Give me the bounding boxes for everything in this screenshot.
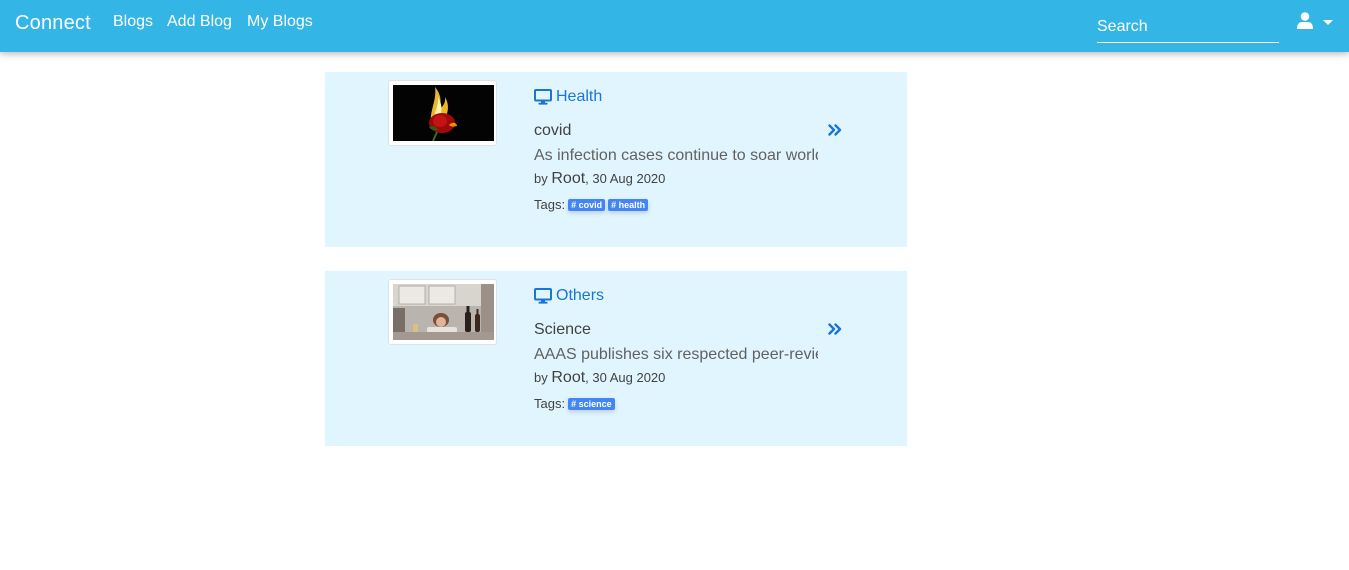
blog-category-label: Others: [556, 287, 605, 304]
blog-excerpt: AAAS publishes six respected peer-review…: [534, 346, 818, 363]
top-navbar: Connect Blogs Add Blog My Blogs: [0, 0, 1349, 52]
search-container: [1097, 8, 1279, 43]
tags-label: Tags:: [534, 396, 566, 411]
nav-link-add-blog[interactable]: Add Blog: [167, 13, 232, 31]
read-more-button[interactable]: [828, 123, 842, 141]
blog-category-link[interactable]: Others: [534, 287, 604, 305]
tag-badge[interactable]: # covid: [568, 198, 606, 211]
brand-link[interactable]: Connect: [15, 12, 91, 35]
blog-card: Health covid As infection cases continue…: [325, 72, 907, 247]
search-input[interactable]: [1097, 8, 1279, 42]
double-chevron-right-icon: [828, 124, 842, 136]
blog-thumbnail[interactable]: [388, 80, 497, 146]
blog-category-label: Health: [556, 88, 603, 105]
blog-title: covid: [534, 122, 572, 139]
double-chevron-right-icon: [828, 323, 842, 335]
nav-link-blogs[interactable]: Blogs: [113, 13, 153, 31]
user-menu-toggle[interactable]: [1297, 12, 1335, 34]
kitchen-table-image: [393, 284, 494, 340]
caret-down-icon: [1323, 20, 1333, 25]
blog-author: Root: [551, 369, 586, 386]
desktop-icon: [534, 89, 552, 105]
blog-byline: by Root, 30 Aug 2020: [534, 170, 665, 188]
blog-card: Others Science AAAS publishes six respec…: [325, 271, 907, 446]
byline-prefix: by: [534, 370, 548, 385]
nav-link-my-blogs[interactable]: My Blogs: [247, 13, 313, 31]
blog-category-link[interactable]: Health: [534, 88, 602, 106]
blog-byline: by Root, 30 Aug 2020: [534, 369, 665, 387]
rose-fire-image: [393, 85, 494, 141]
blog-author: Root: [551, 170, 586, 187]
blog-date: , 30 Aug 2020: [585, 370, 666, 385]
blog-tags: Tags: # covid # health: [534, 197, 649, 212]
tag-badge[interactable]: # science: [568, 397, 615, 410]
read-more-button[interactable]: [828, 322, 842, 340]
tags-label: Tags:: [534, 197, 566, 212]
desktop-icon: [534, 288, 552, 304]
blog-title: Science: [534, 321, 591, 338]
blog-thumbnail[interactable]: [388, 279, 497, 345]
blog-tags: Tags: # science: [534, 396, 615, 411]
user-icon: [1297, 12, 1313, 29]
blog-date: , 30 Aug 2020: [585, 171, 666, 186]
blog-excerpt: As infection cases continue to soar worl…: [534, 147, 818, 164]
tag-badge[interactable]: # health: [608, 198, 649, 211]
byline-prefix: by: [534, 171, 548, 186]
